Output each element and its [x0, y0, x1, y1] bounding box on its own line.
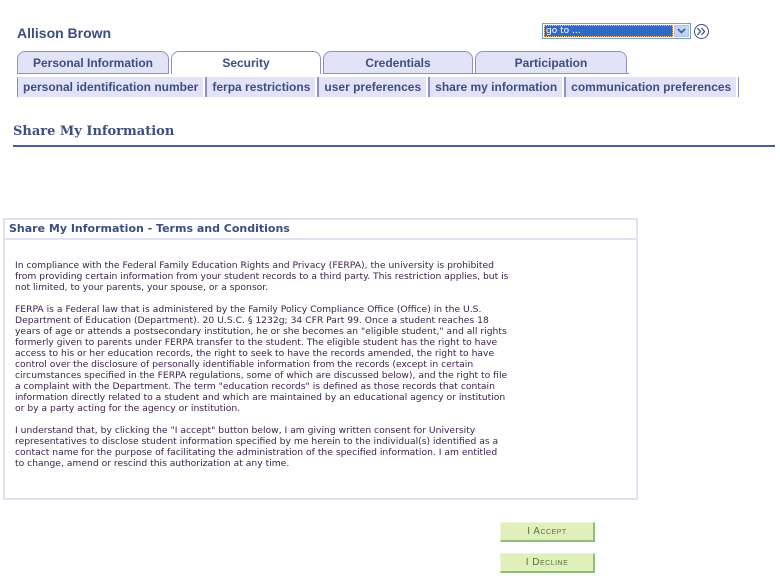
terms-paragraph-ferpa: FERPA is a Federal law that is administe…: [15, 304, 636, 414]
subtab-communication-preferences[interactable]: communication preferences: [565, 77, 737, 97]
subtab-user-preferences[interactable]: user preferences: [318, 77, 427, 97]
terms-line: a complaint with the Department. The ter…: [15, 381, 495, 392]
tab-label: Participation: [514, 55, 588, 70]
terms-header: Share My Information - Terms and Conditi…: [5, 220, 636, 240]
sub-tabs: personal identification number ferpa res…: [17, 77, 740, 97]
goto-selected-value: go to ...: [544, 25, 673, 37]
tab-label: Personal Information: [32, 55, 154, 70]
double-chevron-right-icon: [697, 27, 706, 35]
tab-divider: [17, 73, 169, 74]
terms-line: not limited, to your parents, your spous…: [15, 282, 269, 293]
terms-paragraph-consent: I understand that, by clicking the "I ac…: [15, 425, 636, 469]
tab-label: Credentials: [365, 55, 431, 70]
title-divider: [13, 145, 775, 147]
tab-personal-information[interactable]: Personal Information: [17, 51, 169, 73]
main-tabs: Personal Information Security Credential…: [17, 51, 629, 74]
terms-paragraph-compliance: In compliance with the Federal Family Ed…: [15, 260, 636, 293]
terms-line: control over the disclosure of personall…: [15, 359, 474, 370]
subtab-ferpa-restrictions[interactable]: ferpa restrictions: [206, 77, 316, 97]
tab-security[interactable]: Security: [171, 51, 321, 74]
terms-line: to change, amend or rescind this authori…: [15, 458, 290, 469]
terms-line: contact name for the purpose of facilita…: [15, 447, 498, 458]
student-name: Allison Brown: [17, 25, 112, 41]
terms-body: In compliance with the Federal Family Ed…: [5, 240, 636, 469]
subtab-share-my-information[interactable]: share my information: [429, 77, 563, 97]
terms-line: or by a party acting for the agency or i…: [15, 403, 241, 414]
terms-line: In compliance with the Federal Family Ed…: [15, 260, 494, 271]
tab-credentials[interactable]: Credentials: [323, 51, 473, 73]
terms-line: circumstances specified in the FERPA reg…: [15, 370, 508, 381]
terms-line: I understand that, by clicking the "I ac…: [15, 425, 476, 436]
subtab-personal-identification-number[interactable]: personal identification number: [17, 77, 204, 97]
tab-label: Security: [222, 56, 270, 70]
tab-divider: [323, 73, 629, 74]
terms-and-conditions-box: Share My Information - Terms and Conditi…: [3, 218, 638, 500]
terms-line: Department of Education (Department). 20…: [15, 315, 489, 326]
page-title: Share My Information: [13, 124, 175, 139]
decline-button[interactable]: I Decline: [500, 553, 595, 573]
terms-line: access to his or her education records, …: [15, 348, 495, 359]
terms-line: FERPA is a Federal law that is administe…: [15, 304, 482, 315]
terms-line: information directly related to a studen…: [15, 392, 506, 403]
terms-line: from providing certain information from …: [15, 271, 509, 282]
terms-line: representatives to disclose student info…: [15, 436, 499, 447]
terms-line: years of age or attends a postsecondary …: [15, 326, 507, 337]
accept-button[interactable]: I Accept: [500, 522, 595, 542]
go-button[interactable]: [694, 23, 709, 39]
goto-navigation: go to ...: [542, 23, 709, 39]
terms-line: formerly given to parents under FERPA tr…: [15, 337, 498, 348]
goto-select[interactable]: go to ...: [542, 23, 691, 39]
chevron-down-icon[interactable]: [674, 25, 689, 37]
tab-participation[interactable]: Participation: [475, 51, 627, 73]
subtab-separator: [736, 77, 740, 97]
